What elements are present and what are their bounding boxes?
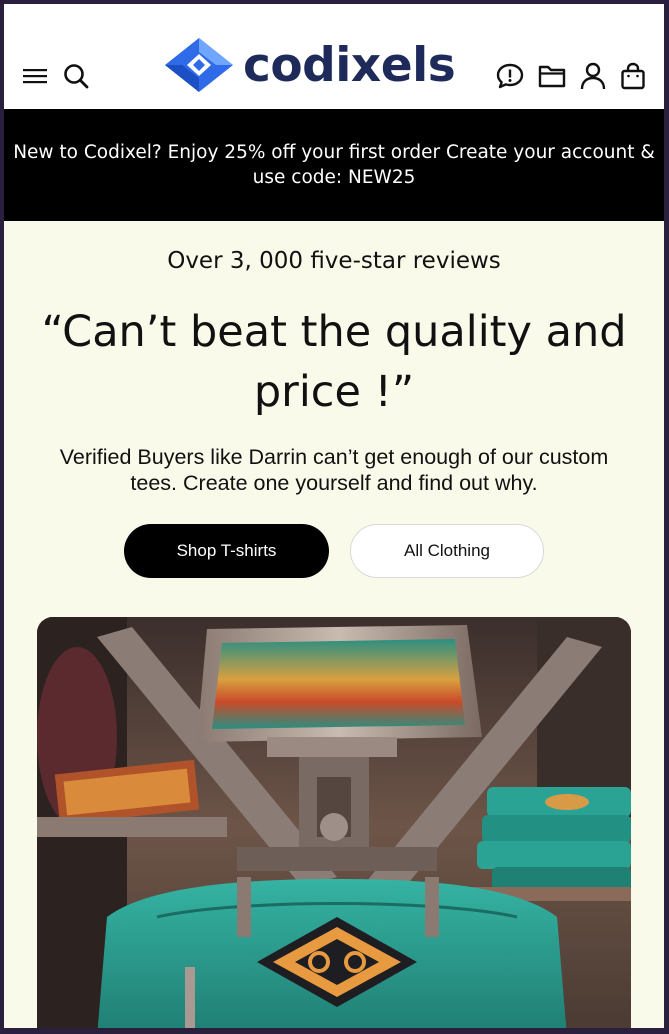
testimonial-subtext: Verified Buyers like Darrin can’t get en…	[59, 445, 609, 495]
brand-name: codixels	[243, 37, 456, 93]
menu-icon[interactable]	[22, 66, 48, 86]
header-right-actions	[496, 62, 646, 90]
hero-image	[37, 617, 631, 1028]
testimonial-quote: “Can’t beat the quality and price !”	[41, 307, 627, 417]
folder-icon[interactable]	[538, 63, 566, 89]
search-icon[interactable]	[62, 62, 90, 90]
shop-tshirts-button[interactable]: Shop T-shirts	[124, 524, 329, 578]
logo-mark-icon	[165, 38, 233, 92]
promo-text: New to Codixel? Enjoy 25% off your first…	[13, 142, 655, 188]
reviews-count: Over 3, 000 five-star reviews	[167, 248, 501, 274]
promo-banner[interactable]: New to Codixel? Enjoy 25% off your first…	[4, 109, 664, 221]
page: codixels New to Codixel? Enjoy 25% off y…	[4, 4, 664, 1028]
site-header: codixels	[4, 4, 664, 109]
account-icon[interactable]	[580, 62, 606, 90]
brand-logo[interactable]: codixels	[163, 36, 456, 94]
all-clothing-button[interactable]: All Clothing	[350, 524, 544, 578]
chat-icon[interactable]	[496, 62, 524, 90]
bag-icon[interactable]	[620, 62, 646, 90]
header-left-actions	[22, 62, 90, 90]
